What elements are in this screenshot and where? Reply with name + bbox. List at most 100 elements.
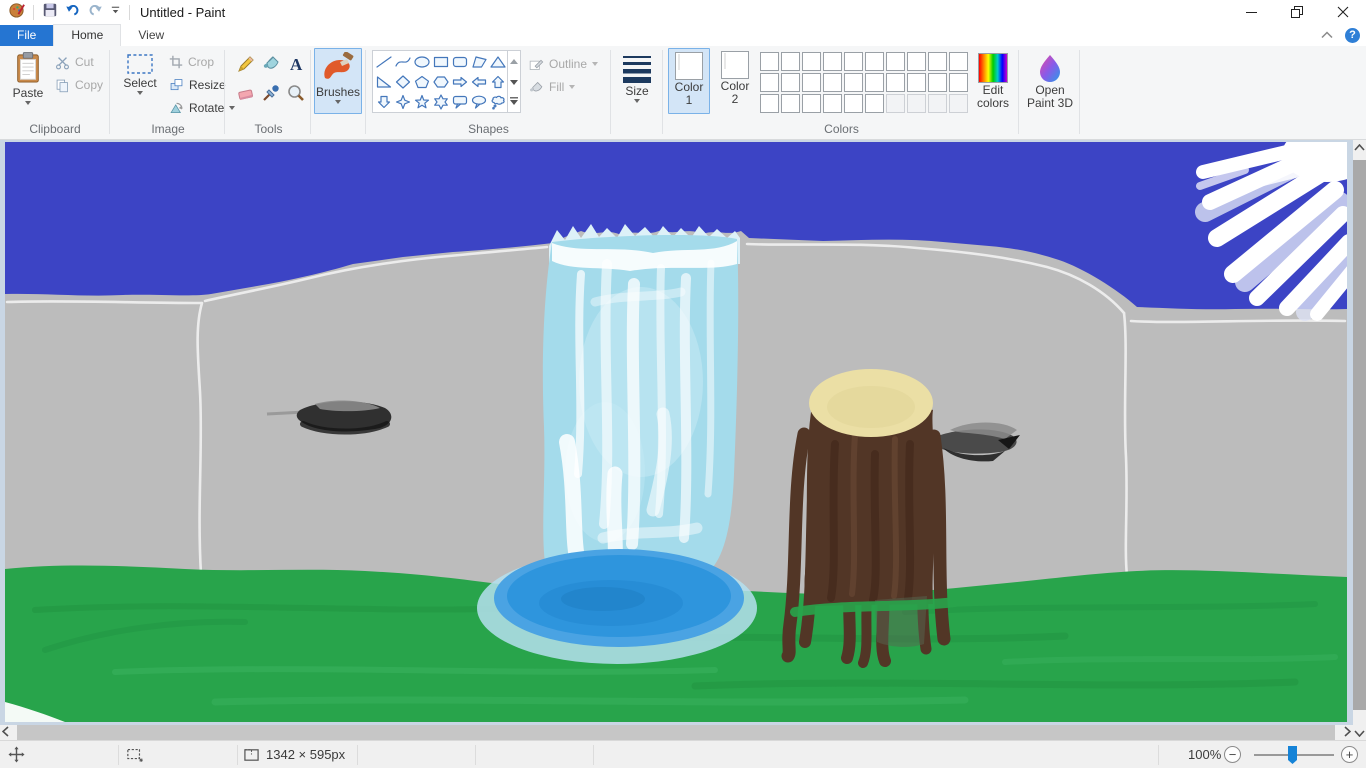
palette-swatch-ff7f27[interactable]: [844, 52, 863, 71]
color1-button[interactable]: Color 1: [668, 48, 710, 114]
palette-swatch-000000[interactable]: [760, 52, 779, 71]
group-image: Select Crop Resize Rotate Image: [111, 46, 236, 139]
palette-swatch-ffffff[interactable]: [865, 94, 884, 113]
shape-up-arrow[interactable]: [488, 72, 507, 92]
crop-button[interactable]: Crop: [169, 51, 214, 73]
shape-cloud-callout[interactable]: [488, 92, 507, 112]
open-paint3d-button[interactable]: Open Paint 3D: [1023, 50, 1077, 110]
outline-button[interactable]: Outline: [528, 53, 599, 75]
palette-swatch-c3c3c3[interactable]: [781, 73, 800, 92]
shape-diamond[interactable]: [393, 72, 412, 92]
copy-button[interactable]: Copy: [55, 74, 103, 96]
vertical-scroll-thumb[interactable]: [1353, 160, 1366, 710]
restore-button[interactable]: [1274, 0, 1320, 24]
status-bar: 1342 × 595px 100% − +: [0, 740, 1366, 768]
palette-swatch-7092be[interactable]: [928, 73, 947, 92]
palette-swatch-1f1f1f[interactable]: [823, 94, 842, 113]
palette-swatch-6e6e6e[interactable]: [802, 94, 821, 113]
customize-qat-button[interactable]: [110, 3, 121, 21]
shape-polygon[interactable]: [469, 52, 488, 72]
text-tool[interactable]: A: [286, 54, 310, 82]
scroll-up-arrow[interactable]: [1354, 144, 1365, 151]
save-button[interactable]: [42, 2, 58, 23]
shape-four-point-star[interactable]: [393, 92, 412, 112]
paste-caret: [25, 101, 31, 105]
color2-button[interactable]: Color 2: [714, 48, 756, 114]
shape-rounded-rectangle[interactable]: [450, 52, 469, 72]
shape-down-arrow[interactable]: [374, 92, 393, 112]
palette-swatch-fff200[interactable]: [865, 52, 884, 71]
scroll-down-arrow[interactable]: [1354, 730, 1365, 737]
zoom-slider[interactable]: [1252, 741, 1336, 768]
palette-swatch-00a2e8[interactable]: [907, 52, 926, 71]
shape-oval-callout[interactable]: [469, 92, 488, 112]
zoom-in-button[interactable]: +: [1341, 741, 1358, 768]
color-picker-tool[interactable]: [261, 83, 285, 111]
scroll-left-arrow[interactable]: [2, 726, 9, 737]
close-button[interactable]: [1320, 0, 1366, 24]
shapes-scroll-down[interactable]: [510, 75, 518, 89]
palette-swatch-c9c9c9[interactable]: [844, 94, 863, 113]
shape-left-arrow[interactable]: [469, 72, 488, 92]
select-icon: [127, 54, 153, 74]
palette-swatch-4e3220[interactable]: [760, 94, 779, 113]
redo-button[interactable]: [87, 2, 104, 23]
edit-colors-icon: [978, 53, 1008, 83]
palette-swatch-a349a4[interactable]: [949, 52, 968, 71]
horizontal-scrollbar[interactable]: [0, 725, 1353, 740]
eraser-tool[interactable]: [236, 83, 260, 111]
shape-line[interactable]: [374, 52, 393, 72]
shape-six-point-star[interactable]: [431, 92, 450, 112]
undo-button[interactable]: [64, 2, 81, 23]
palette-swatch-99d9ea[interactable]: [907, 73, 926, 92]
paste-button[interactable]: Paste: [6, 48, 50, 105]
shape-oval[interactable]: [412, 52, 431, 72]
palette-swatch-ffffff[interactable]: [760, 73, 779, 92]
magnifier-tool[interactable]: [286, 83, 310, 111]
scroll-right-arrow[interactable]: [1344, 726, 1351, 737]
palette-swatch-ffaec9[interactable]: [823, 73, 842, 92]
shape-triangle[interactable]: [488, 52, 507, 72]
palette-swatch-7f7f7f[interactable]: [781, 52, 800, 71]
shape-right-arrow[interactable]: [450, 72, 469, 92]
cut-button[interactable]: Cut: [55, 51, 94, 73]
tab-file[interactable]: File: [0, 25, 54, 46]
zoom-out-button[interactable]: −: [1224, 741, 1241, 768]
pencil-tool[interactable]: [236, 54, 260, 82]
vertical-scrollbar[interactable]: [1353, 140, 1366, 740]
resize-button[interactable]: Resize: [169, 74, 226, 96]
help-button[interactable]: ?: [1345, 27, 1360, 43]
shape-pentagon[interactable]: [412, 72, 431, 92]
palette-swatch-ed1c24[interactable]: [823, 52, 842, 71]
tab-view[interactable]: View: [121, 25, 181, 46]
palette-swatch-b97a57[interactable]: [802, 73, 821, 92]
shape-rounded-rectangle-callout[interactable]: [450, 92, 469, 112]
size-button[interactable]: Size: [615, 50, 659, 103]
shapes-scroll-up[interactable]: [510, 54, 518, 68]
shape-rectangle[interactable]: [431, 52, 450, 72]
window-title: Untitled - Paint: [140, 4, 226, 20]
palette-swatch-efe4b0[interactable]: [865, 73, 884, 92]
palette-swatch-c8bfe7[interactable]: [949, 73, 968, 92]
minimize-button[interactable]: [1228, 0, 1274, 24]
fill-button[interactable]: Fill: [528, 76, 576, 98]
palette-swatch-3f48cc[interactable]: [928, 52, 947, 71]
shape-right-triangle[interactable]: [374, 72, 393, 92]
palette-swatch-22b14c[interactable]: [886, 52, 905, 71]
collapse-ribbon-button[interactable]: [1321, 26, 1333, 44]
select-button[interactable]: Select: [117, 50, 163, 95]
brushes-button[interactable]: Brushes: [314, 48, 362, 114]
shape-curve[interactable]: [393, 52, 412, 72]
shape-five-point-star[interactable]: [412, 92, 431, 112]
shape-hexagon[interactable]: [431, 72, 450, 92]
edit-colors-button[interactable]: Edit colors: [970, 50, 1016, 110]
palette-swatch-b5e61d[interactable]: [886, 73, 905, 92]
fill-tool[interactable]: [261, 54, 285, 82]
palette-swatch-4c4c4c[interactable]: [781, 94, 800, 113]
shapes-more-button[interactable]: [510, 95, 518, 109]
paint-canvas[interactable]: [5, 126, 1366, 722]
palette-swatch-ffc90e[interactable]: [844, 73, 863, 92]
horizontal-scroll-thumb[interactable]: [17, 725, 1335, 740]
palette-swatch-880015[interactable]: [802, 52, 821, 71]
tab-home[interactable]: Home: [53, 24, 122, 46]
